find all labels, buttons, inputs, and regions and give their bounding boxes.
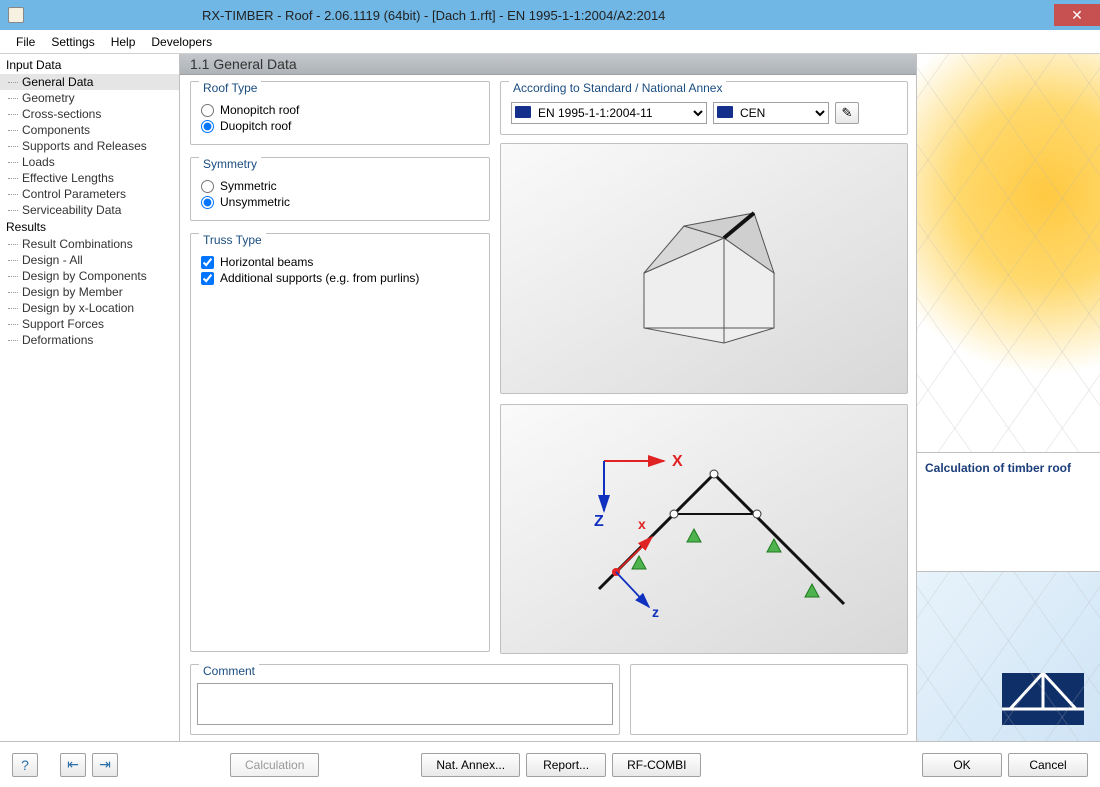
ok-button[interactable]: OK (922, 753, 1002, 777)
tree-item-design-components[interactable]: Design by Components (0, 268, 179, 284)
banner-graphic: RX-TIMBER Roof (917, 54, 1100, 452)
prev-icon: ⇤ (67, 756, 79, 773)
select-standard-code[interactable]: EN 1995-1-1:2004-11 (511, 102, 707, 124)
radio-symmetric-label: Symmetric (220, 179, 277, 193)
tree-item-design-all[interactable]: Design - All (0, 252, 179, 268)
banner-logo-area (917, 572, 1100, 741)
group-comment: Comment (190, 664, 620, 735)
radio-monopitch-label: Monopitch roof (220, 103, 299, 117)
select-national-annex[interactable]: CEN (713, 102, 829, 124)
group-empty (630, 664, 908, 735)
tree-item-design-xlocation[interactable]: Design by x-Location (0, 300, 179, 316)
edit-annex-button[interactable]: ✎ (835, 102, 859, 124)
radio-unsymmetric-input[interactable] (201, 196, 214, 209)
radio-monopitch[interactable]: Monopitch roof (201, 102, 479, 118)
page-title: 1.1 General Data (180, 54, 916, 75)
menu-developers[interactable]: Developers (143, 32, 220, 52)
tree-item-loads[interactable]: Loads (0, 154, 179, 170)
close-button[interactable]: ✕ (1054, 4, 1100, 26)
radio-duopitch[interactable]: Duopitch roof (201, 118, 479, 134)
axis-x-lower-label: x (638, 516, 646, 532)
help-button[interactable]: ? (12, 753, 38, 777)
axis-z-lower-label: z (652, 604, 659, 620)
tree-item-supports-releases[interactable]: Supports and Releases (0, 138, 179, 154)
group-standard: According to Standard / National Annex E… (500, 81, 908, 135)
menu-help[interactable]: Help (103, 32, 144, 52)
next-icon: ⇥ (99, 756, 111, 773)
truss-2d-icon: X Z x z (544, 429, 864, 629)
rf-combi-button[interactable]: RF-COMBI (612, 753, 701, 777)
cancel-button[interactable]: Cancel (1008, 753, 1088, 777)
app-icon (8, 7, 24, 23)
tree-item-effective-lengths[interactable]: Effective Lengths (0, 170, 179, 186)
check-additional-supports-input[interactable] (201, 272, 214, 285)
2d-truss-preview: X Z x z (500, 404, 908, 655)
radio-unsymmetric-label: Unsymmetric (220, 195, 290, 209)
calculation-button[interactable]: Calculation (230, 753, 319, 777)
tree-root-results[interactable]: Results (0, 218, 179, 236)
group-truss-type: Truss Type Horizontal beams Additional s… (190, 233, 490, 652)
check-horizontal-beams-label: Horizontal beams (220, 255, 313, 269)
axis-x-upper-label: X (672, 453, 683, 470)
legend-symmetry: Symmetry (199, 157, 261, 171)
group-symmetry: Symmetry Symmetric Unsymmetric (190, 157, 490, 221)
report-button[interactable]: Report... (526, 753, 606, 777)
side-banner: RX-TIMBER Roof Calculation of timber roo… (916, 54, 1100, 741)
tree-item-general-data[interactable]: General Data (0, 74, 179, 90)
edit-icon: ✎ (842, 105, 853, 121)
radio-symmetric-input[interactable] (201, 180, 214, 193)
radio-symmetric[interactable]: Symmetric (201, 178, 479, 194)
legend-truss-type: Truss Type (199, 233, 266, 247)
comment-textarea[interactable] (197, 683, 613, 725)
help-icon: ? (21, 757, 29, 773)
menu-settings[interactable]: Settings (43, 32, 102, 52)
tree-item-cross-sections[interactable]: Cross-sections (0, 106, 179, 122)
bottom-toolbar: ? ⇤ ⇥ Calculation Nat. Annex... Report..… (0, 741, 1100, 787)
check-horizontal-beams[interactable]: Horizontal beams (201, 254, 479, 270)
3d-roof-preview (500, 143, 908, 394)
window-title: RX-TIMBER - Roof - 2.06.1119 (64bit) - [… (32, 8, 665, 23)
radio-duopitch-input[interactable] (201, 120, 214, 133)
tree-item-support-forces[interactable]: Support Forces (0, 316, 179, 332)
banner-description: Calculation of timber roof (917, 452, 1100, 572)
tree-item-components[interactable]: Components (0, 122, 179, 138)
tree-item-result-combinations[interactable]: Result Combinations (0, 236, 179, 252)
check-additional-supports-label: Additional supports (e.g. from purlins) (220, 271, 419, 285)
legend-comment: Comment (199, 664, 259, 678)
tree-item-design-member[interactable]: Design by Member (0, 284, 179, 300)
next-button[interactable]: ⇥ (92, 753, 118, 777)
title-bar: RX-TIMBER - Roof - 2.06.1119 (64bit) - [… (0, 0, 1100, 30)
tree-item-serviceability-data[interactable]: Serviceability Data (0, 202, 179, 218)
nat-annex-button[interactable]: Nat. Annex... (421, 753, 520, 777)
group-roof-type: Roof Type Monopitch roof Duopitch roof (190, 81, 490, 145)
check-horizontal-beams-input[interactable] (201, 256, 214, 269)
dlubal-logo (1002, 673, 1084, 725)
legend-roof-type: Roof Type (199, 81, 261, 95)
radio-unsymmetric[interactable]: Unsymmetric (201, 194, 479, 210)
check-additional-supports[interactable]: Additional supports (e.g. from purlins) (201, 270, 479, 286)
tree-item-deformations[interactable]: Deformations (0, 332, 179, 348)
tree-item-geometry[interactable]: Geometry (0, 90, 179, 106)
radio-monopitch-input[interactable] (201, 104, 214, 117)
menu-bar: File Settings Help Developers (0, 30, 1100, 54)
menu-file[interactable]: File (8, 32, 43, 52)
legend-standard: According to Standard / National Annex (509, 81, 726, 95)
axis-z-upper-label: Z (594, 513, 604, 530)
prev-button[interactable]: ⇤ (60, 753, 86, 777)
navigator-tree: Input Data General Data Geometry Cross-s… (0, 54, 180, 741)
radio-duopitch-label: Duopitch roof (220, 119, 291, 133)
house-3d-icon (574, 178, 834, 358)
tree-item-control-parameters[interactable]: Control Parameters (0, 186, 179, 202)
tree-root-input[interactable]: Input Data (0, 56, 179, 74)
